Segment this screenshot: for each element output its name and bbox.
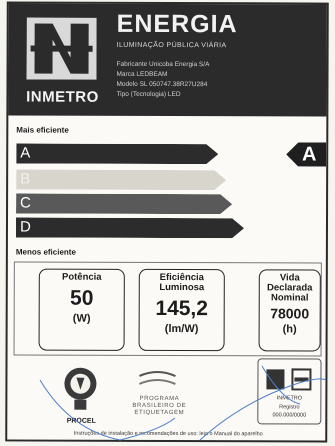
lifetime-box: Vida Declarada Nominal 78000 (h) (258, 269, 321, 352)
power-box: Potência 50 (W) (38, 268, 125, 351)
efficacy-box: Eficiência Luminosa 145,2 (lm/W) (138, 268, 225, 352)
seal-registry-number: 000.000/0000 (272, 412, 307, 419)
manufacturer-line: Fabricante Unicoba Energia S/A (116, 60, 210, 69)
brand-line: Marca LEDBEAM (116, 70, 168, 79)
type-line: Tipo (Tecnologia) LED (116, 90, 181, 99)
efficacy-label: Eficiência Luminosa (159, 271, 205, 294)
efficiency-bar-b: B (16, 169, 226, 190)
procel-text: PROCEL (66, 417, 96, 425)
pbe-text: PROGRAMA BRASILEIRO DE ETIQUETAGEM (123, 396, 195, 417)
efficiency-bar-c: C (16, 193, 232, 214)
spec-panel: Potência 50 (W) Eficiência Luminosa 145,… (13, 261, 322, 357)
least-efficient-label: Menos eficiente (15, 247, 76, 257)
most-efficient-label: Mais eficiente (16, 125, 69, 135)
power-value: 50 (70, 286, 94, 310)
efficacy-value: 145,2 (155, 296, 209, 321)
efficiency-bar-d: D (16, 217, 244, 238)
label-header: INMETRO ENERGIA ILUMINAÇÃO PÚBLICA VIÁRI… (8, 3, 327, 117)
energy-label: INMETRO ENERGIA ILUMINAÇÃO PÚBLICA VIÁRI… (5, 1, 329, 443)
usage-footnote: Instruções de instalação e recomendações… (73, 430, 263, 438)
procel-seal-icon (64, 367, 97, 410)
inmetro-registration-seal: INMETRO Registro 000.000/0000 (257, 358, 322, 425)
efficiency-bar-a: A (16, 143, 218, 164)
logo-text: INMETRO (26, 88, 99, 106)
seal-logo-icon (266, 368, 312, 391)
power-unit: (W) (72, 312, 91, 325)
efficacy-unit: (lm/W) (164, 322, 199, 336)
product-info: Fabricante Unicoba Energia S/A Marca LED… (116, 60, 209, 100)
pbe-logo-icon (139, 370, 176, 385)
lifetime-label: Vida Declarada Nominal (267, 272, 313, 304)
inmetro-logo-icon (26, 17, 97, 80)
seal-registry-label: Registro (279, 404, 300, 411)
lifetime-unit: (h) (282, 323, 297, 336)
efficiency-rating: A (286, 142, 326, 166)
label-subtitle: ILUMINAÇÃO PÚBLICA VIÁRIA (116, 41, 227, 50)
lifetime-value: 78000 (270, 305, 310, 322)
label-title: ENERGIA (116, 9, 238, 39)
seal-brand: INMETRO (276, 395, 303, 402)
model-line: Modelo SL 050747.38R27U284 (116, 80, 208, 89)
pbe-line-3: ETIQUETAGEM (134, 409, 185, 417)
power-label: Potência (61, 271, 102, 283)
inmetro-logo: INMETRO (16, 17, 108, 106)
